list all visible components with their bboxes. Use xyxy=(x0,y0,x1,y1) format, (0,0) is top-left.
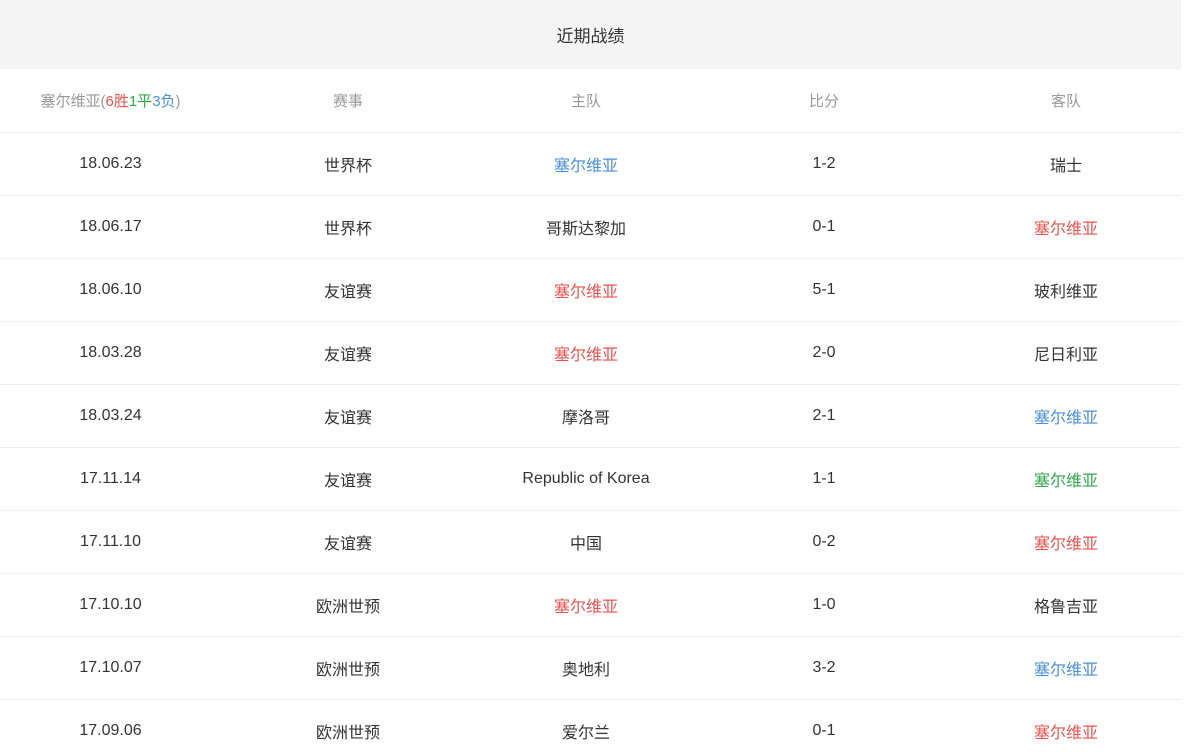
match-date: 17.11.14 xyxy=(0,447,221,511)
losses-count: 3 xyxy=(152,92,161,110)
wins-label: 胜 xyxy=(113,92,129,110)
draws-count: 1 xyxy=(128,92,138,110)
match-competition: 友谊赛 xyxy=(221,510,475,574)
draws-label: 平 xyxy=(137,92,153,110)
home-team[interactable]: 塞尔维亚 xyxy=(475,321,697,385)
match-score: 3-2 xyxy=(697,636,951,700)
match-score: 1-2 xyxy=(697,132,951,196)
losses-label: 负 xyxy=(160,92,176,110)
home-team[interactable]: Republic of Korea xyxy=(475,447,697,511)
panel-title-bar: 近期战绩 xyxy=(0,0,1181,69)
recent-results-panel: 近期战绩 塞尔维亚(6胜1平3负) 赛事 主队 比分 客队 18.06.23 世界… xyxy=(0,0,1181,752)
match-date: 17.10.07 xyxy=(0,636,221,700)
match-score: 0-1 xyxy=(697,195,951,259)
away-team-header: 客队 xyxy=(951,69,1181,133)
table-row: 17.11.14 友谊赛 Republic of Korea 1-1 塞尔维亚 xyxy=(0,447,1181,511)
table-row: 17.11.10 友谊赛 中国 0-2 塞尔维亚 xyxy=(0,510,1181,574)
table-row: 17.10.10 欧洲世预 塞尔维亚 1-0 格鲁吉亚 xyxy=(0,573,1181,637)
away-team[interactable]: 尼日利亚 xyxy=(951,321,1181,385)
match-competition: 友谊赛 xyxy=(221,258,475,322)
away-team[interactable]: 塞尔维亚 xyxy=(951,195,1181,259)
match-competition: 世界杯 xyxy=(221,195,475,259)
results-table: 塞尔维亚(6胜1平3负) 赛事 主队 比分 客队 18.06.23 世界杯 塞尔维亚… xyxy=(0,69,1181,752)
home-team[interactable]: 塞尔维亚 xyxy=(475,132,697,196)
match-date: 17.11.10 xyxy=(0,510,221,574)
home-team[interactable]: 摩洛哥 xyxy=(475,384,697,448)
match-competition: 欧洲世预 xyxy=(221,636,475,700)
away-team[interactable]: 塞尔维亚 xyxy=(951,384,1181,448)
match-date: 17.10.10 xyxy=(0,573,221,637)
match-date: 18.06.23 xyxy=(0,132,221,196)
match-date: 18.03.28 xyxy=(0,321,221,385)
match-date: 18.06.10 xyxy=(0,258,221,322)
home-team[interactable]: 爱尔兰 xyxy=(475,699,697,752)
table-row: 18.03.24 友谊赛 摩洛哥 2-1 塞尔维亚 xyxy=(0,384,1181,448)
table-header-row: 塞尔维亚(6胜1平3负) 赛事 主队 比分 客队 xyxy=(0,69,1181,133)
home-team[interactable]: 塞尔维亚 xyxy=(475,573,697,637)
match-score: 1-1 xyxy=(697,447,951,511)
home-team[interactable]: 中国 xyxy=(475,510,697,574)
home-team[interactable]: 塞尔维亚 xyxy=(475,258,697,322)
away-team[interactable]: 玻利维亚 xyxy=(951,258,1181,322)
match-date: 18.03.24 xyxy=(0,384,221,448)
match-score: 5-1 xyxy=(697,258,951,322)
away-team[interactable]: 塞尔维亚 xyxy=(951,510,1181,574)
match-date: 18.06.17 xyxy=(0,195,221,259)
away-team[interactable]: 塞尔维亚 xyxy=(951,699,1181,752)
match-competition: 友谊赛 xyxy=(221,447,475,511)
away-team[interactable]: 塞尔维亚 xyxy=(951,636,1181,700)
table-row: 18.03.28 友谊赛 塞尔维亚 2-0 尼日利亚 xyxy=(0,321,1181,385)
match-date: 17.09.06 xyxy=(0,699,221,752)
team-record-header: 塞尔维亚(6胜1平3负) xyxy=(0,69,221,133)
table-row: 17.09.06 欧洲世预 爱尔兰 0-1 塞尔维亚 xyxy=(0,699,1181,752)
table-row: 18.06.10 友谊赛 塞尔维亚 5-1 玻利维亚 xyxy=(0,258,1181,322)
home-team[interactable]: 哥斯达黎加 xyxy=(475,195,697,259)
panel-title: 近期战绩 xyxy=(556,27,625,46)
table-row: 17.10.07 欧洲世预 奥地利 3-2 塞尔维亚 xyxy=(0,636,1181,700)
results-table-body: 18.06.23 世界杯 塞尔维亚 1-2 瑞士 18.06.17 世界杯 哥斯达黎加 0-1 塞… xyxy=(0,132,1181,752)
match-score: 1-0 xyxy=(697,573,951,637)
away-team[interactable]: 格鲁吉亚 xyxy=(951,573,1181,637)
record-close-paren: ) xyxy=(175,92,181,110)
home-team[interactable]: 奥地利 xyxy=(475,636,697,700)
score-header: 比分 xyxy=(697,69,951,133)
team-name-label: 塞尔维亚 xyxy=(40,92,101,110)
match-score: 0-1 xyxy=(697,699,951,752)
match-competition: 世界杯 xyxy=(221,132,475,196)
match-score: 2-1 xyxy=(697,384,951,448)
competition-header: 赛事 xyxy=(221,69,475,133)
match-competition: 欧洲世预 xyxy=(221,699,475,752)
match-competition: 友谊赛 xyxy=(221,384,475,448)
away-team[interactable]: 塞尔维亚 xyxy=(951,447,1181,511)
home-team-header: 主队 xyxy=(475,69,697,133)
away-team[interactable]: 瑞士 xyxy=(951,132,1181,196)
match-score: 2-0 xyxy=(697,321,951,385)
match-score: 0-2 xyxy=(697,510,951,574)
wins-count: 6 xyxy=(105,92,114,110)
table-row: 18.06.17 世界杯 哥斯达黎加 0-1 塞尔维亚 xyxy=(0,195,1181,259)
match-competition: 友谊赛 xyxy=(221,321,475,385)
match-competition: 欧洲世预 xyxy=(221,573,475,637)
table-row: 18.06.23 世界杯 塞尔维亚 1-2 瑞士 xyxy=(0,132,1181,196)
